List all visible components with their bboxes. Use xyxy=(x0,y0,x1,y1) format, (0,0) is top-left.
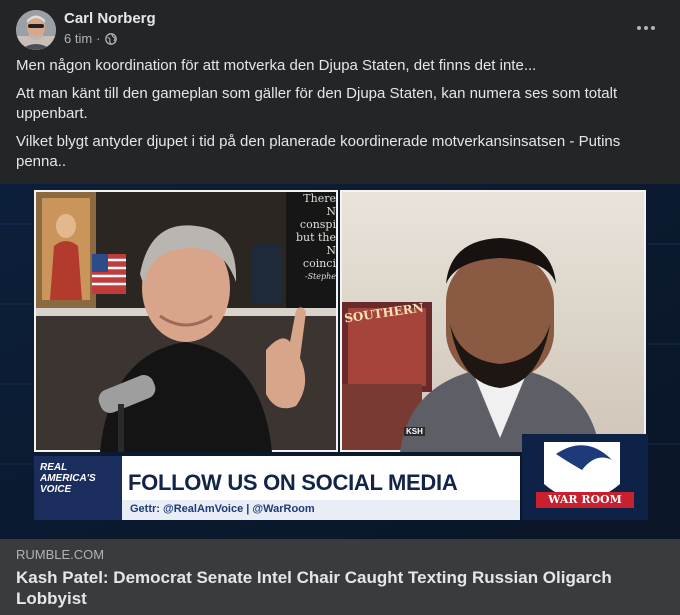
video-thumbnail[interactable]: There N conspi but the N coinci -Stephe … xyxy=(0,184,680,539)
lapel-pin-text: KSH xyxy=(404,427,425,436)
brand-line: REAL xyxy=(40,462,68,473)
brand-line: VOICE xyxy=(40,484,72,495)
banner-title: FOLLOW US ON SOCIAL MEDIA xyxy=(128,470,458,495)
book-text-line: but the xyxy=(295,231,336,244)
book-text-line: There xyxy=(303,192,336,205)
book-text-line: N xyxy=(326,244,336,257)
post-meta: 6 tim · xyxy=(64,31,117,47)
link-domain: RUMBLE.COM xyxy=(16,547,105,562)
link-title[interactable]: Kash Patel: Democrat Senate Intel Chair … xyxy=(16,567,656,609)
link-preview[interactable]: RUMBLE.COM Kash Patel: Democrat Senate I… xyxy=(0,539,680,615)
post-text: Men någon koordination för att motverka … xyxy=(16,56,664,180)
post-card: Carl Norberg 6 tim · Men någon koordinat… xyxy=(0,0,680,615)
author-name[interactable]: Carl Norberg xyxy=(64,10,156,28)
post-paragraph: Men någon koordination för att motverka … xyxy=(16,57,537,74)
post-header: Carl Norberg 6 tim · xyxy=(16,10,664,50)
banner-handles: Gettr: @RealAmVoice | @WarRoom xyxy=(130,503,315,515)
brand-logo: REAL AMERICA'S VOICE xyxy=(40,462,118,495)
book-text-line: conspi xyxy=(299,218,336,231)
brand-line: AMERICA'S xyxy=(40,473,96,484)
post-timestamp[interactable]: 6 tim xyxy=(64,31,92,47)
avatar[interactable] xyxy=(16,10,56,50)
post-paragraph: Att man känt till den gameplan som gälle… xyxy=(16,85,618,122)
book-text-line: -Stephe xyxy=(304,272,336,281)
warroom-label: WAR ROOM xyxy=(548,493,622,506)
post-paragraph: Vilket blygt antyder djupet i tid på den… xyxy=(16,133,621,170)
book-text-line: coinci xyxy=(302,257,336,270)
more-options-icon[interactable] xyxy=(628,14,664,42)
book-spine-text: There N conspi but the N coinci -Stephe xyxy=(290,192,336,283)
meta-separator: · xyxy=(96,31,101,46)
book-text-line: N xyxy=(326,205,336,218)
globe-icon xyxy=(104,33,117,45)
